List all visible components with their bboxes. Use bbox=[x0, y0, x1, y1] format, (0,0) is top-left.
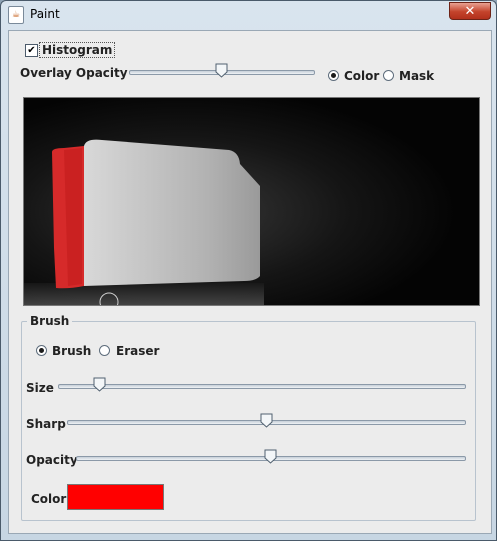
color-label: Color bbox=[31, 492, 67, 506]
overlay-opacity-label: Overlay Opacity bbox=[20, 66, 128, 80]
close-button[interactable]: ✕ bbox=[449, 2, 491, 20]
paint-window: ☕ Paint ✕ ✔ Histogram Overlay Opacity Co… bbox=[0, 0, 497, 541]
size-slider-track[interactable] bbox=[58, 384, 466, 389]
image-canvas[interactable] bbox=[23, 97, 480, 306]
tool-eraser-label[interactable]: Eraser bbox=[116, 344, 159, 358]
sharp-label: Sharp bbox=[26, 417, 66, 431]
checkmark-icon: ✔ bbox=[27, 45, 36, 56]
tool-brush-label[interactable]: Brush bbox=[52, 344, 91, 358]
size-label: Size bbox=[26, 381, 54, 395]
histogram-checkbox[interactable]: ✔ bbox=[25, 44, 38, 57]
brush-color-swatch[interactable] bbox=[67, 484, 164, 510]
java-cup-icon: ☕ bbox=[8, 6, 24, 24]
overlay-mode-color-label[interactable]: Color bbox=[344, 69, 379, 83]
title-bar[interactable]: ☕ Paint ✕ bbox=[1, 1, 496, 29]
tool-eraser-radio[interactable] bbox=[99, 345, 110, 356]
sharp-slider-thumb[interactable] bbox=[260, 413, 273, 428]
histogram-label[interactable]: Histogram bbox=[39, 42, 116, 58]
opacity-label: Opacity bbox=[26, 453, 78, 467]
overlay-mode-color-radio[interactable] bbox=[328, 70, 339, 81]
brush-group-title: Brush bbox=[27, 314, 73, 328]
brush-group: Brush Brush Eraser Size Sharp Opacity Co… bbox=[21, 314, 476, 521]
close-icon: ✕ bbox=[464, 4, 476, 19]
content-pane: ✔ Histogram Overlay Opacity Color Mask B… bbox=[8, 30, 492, 534]
overlay-mode-mask-radio[interactable] bbox=[383, 70, 394, 81]
window-title: Paint bbox=[30, 7, 60, 21]
overlay-mode-mask-label[interactable]: Mask bbox=[399, 69, 434, 83]
tool-brush-radio[interactable] bbox=[36, 345, 47, 356]
size-slider-thumb[interactable] bbox=[93, 377, 106, 392]
overlay-opacity-slider-thumb[interactable] bbox=[215, 63, 228, 78]
canvas-image bbox=[24, 98, 479, 305]
opacity-slider-thumb[interactable] bbox=[264, 449, 277, 464]
